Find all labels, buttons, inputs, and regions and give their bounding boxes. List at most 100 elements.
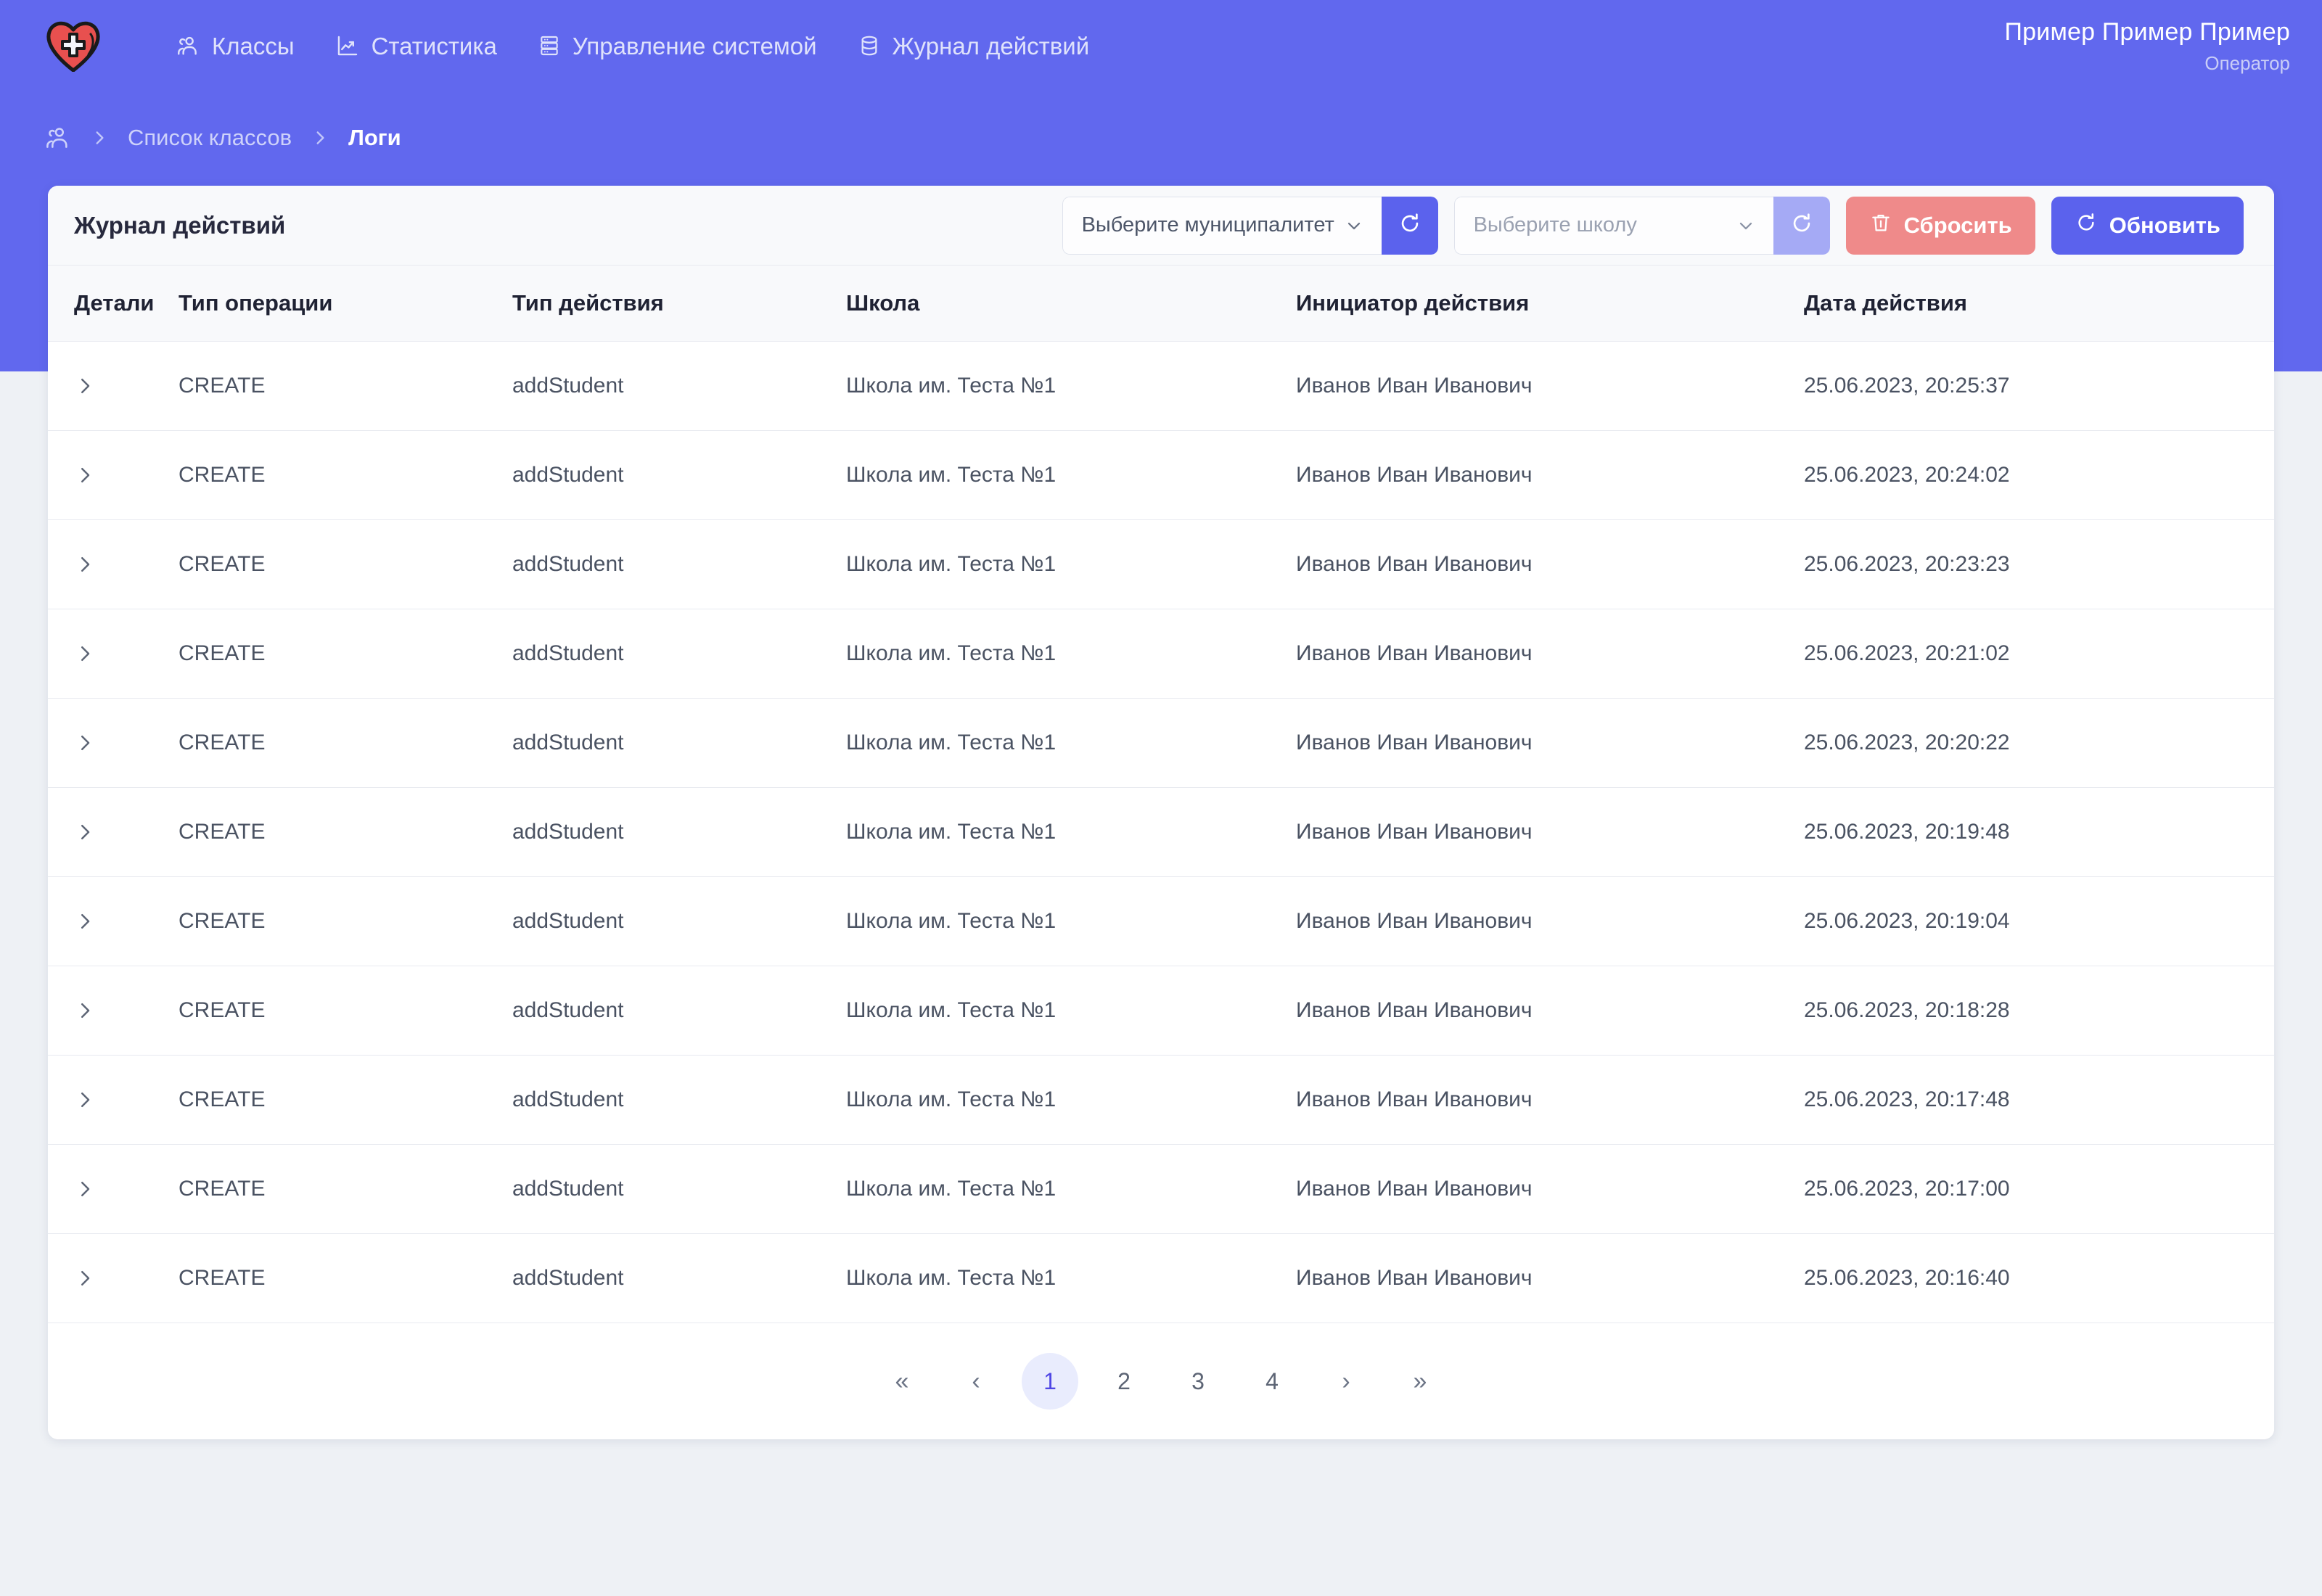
cell-operation-type: CREATE [179,1234,512,1323]
card-header: Журнал действий Выберите муниципалитет [48,186,2274,266]
refresh-icon [1789,211,1814,239]
column-header-actor: Инициатор действия [1296,266,1804,342]
cell-operation-type: CREATE [179,431,512,520]
chevron-right-icon[interactable] [74,1178,179,1200]
table-row[interactable]: CREATEaddStudentШкола им. Теста №1Иванов… [48,1056,2274,1145]
pagination-page-3[interactable]: 3 [1170,1353,1226,1410]
pagination-page-2[interactable]: 2 [1096,1353,1152,1410]
cell-school: Школа им. Теста №1 [846,342,1296,431]
nav-item-system-management[interactable]: Управление системой [538,33,817,58]
chevron-right-icon[interactable] [74,643,179,665]
cell-school: Школа им. Теста №1 [846,609,1296,699]
cell-date: 25.06.2023, 20:19:04 [1804,877,2274,966]
pagination-first-button[interactable]: « [874,1353,930,1410]
cell-date: 25.06.2023, 20:25:37 [1804,342,2274,431]
cell-operation-type: CREATE [179,520,512,609]
chevron-right-icon[interactable] [74,464,179,486]
breadcrumb-separator-1 [90,128,109,147]
action-log-table: Детали Тип операции Тип действия Школа И… [48,266,2274,1323]
nav-item-statistics[interactable]: Статистика [335,33,497,58]
breadcrumb-item-logs[interactable]: Логи [348,125,401,151]
cell-action-type: addStudent [512,520,846,609]
refresh-icon [1398,211,1422,239]
breadcrumb: Список классов Логи [44,112,401,163]
chevron-right-icon[interactable] [74,375,179,397]
table-row[interactable]: CREATEaddStudentШкола им. Теста №1Иванов… [48,1145,2274,1234]
user-info[interactable]: Пример Пример Пример Оператор [2005,17,2291,75]
row-details-cell [48,966,179,1056]
municipality-refresh-button[interactable] [1382,197,1438,255]
cell-school: Школа им. Теста №1 [846,431,1296,520]
chevron-right-icon[interactable] [74,1267,179,1289]
chevron-right-icon[interactable] [74,821,179,843]
pagination-next-button[interactable]: › [1318,1353,1374,1410]
cell-action-type: addStudent [512,1234,846,1323]
table-body: CREATEaddStudentШкола им. Теста №1Иванов… [48,342,2274,1323]
cell-school: Школа им. Теста №1 [846,520,1296,609]
pagination: « ‹ 1234 › » [48,1323,2274,1439]
school-select[interactable]: Выберите школу [1454,197,1773,255]
users-group-icon[interactable] [44,124,71,152]
municipality-select-value: Выберите муниципалитет [1082,213,1334,237]
cell-actor: Иванов Иван Иванович [1296,609,1804,699]
cell-actor: Иванов Иван Иванович [1296,788,1804,877]
user-role: Оператор [2005,52,2291,75]
cell-operation-type: CREATE [179,609,512,699]
nav-item-classes[interactable]: Классы [176,33,295,58]
table-row[interactable]: CREATEaddStudentШкола им. Теста №1Иванов… [48,609,2274,699]
cell-action-type: addStudent [512,609,846,699]
refresh-button[interactable]: Обновить [2051,197,2244,255]
reset-button[interactable]: Сбросить [1846,197,2035,255]
cell-date: 25.06.2023, 20:20:22 [1804,699,2274,788]
table-row[interactable]: CREATEaddStudentШкола им. Теста №1Иванов… [48,699,2274,788]
heart-cross-logo[interactable] [44,16,103,75]
row-details-cell [48,520,179,609]
table-row[interactable]: CREATEaddStudentШкола им. Теста №1Иванов… [48,520,2274,609]
row-details-cell [48,877,179,966]
cell-action-type: addStudent [512,699,846,788]
cell-action-type: addStudent [512,877,846,966]
pagination-last-button[interactable]: » [1392,1353,1448,1410]
table-row[interactable]: CREATEaddStudentШкола им. Теста №1Иванов… [48,877,2274,966]
table-row[interactable]: CREATEaddStudentШкола им. Теста №1Иванов… [48,966,2274,1056]
cell-actor: Иванов Иван Иванович [1296,342,1804,431]
refresh-icon [2075,211,2098,240]
cell-action-type: addStudent [512,1145,846,1234]
breadcrumb-item-class-list[interactable]: Список классов [128,125,292,151]
cell-action-type: addStudent [512,431,846,520]
cell-date: 25.06.2023, 20:18:28 [1804,966,2274,1056]
column-header-action-type: Тип действия [512,266,846,342]
cell-actor: Иванов Иван Иванович [1296,699,1804,788]
row-details-cell [48,1145,179,1234]
cell-date: 25.06.2023, 20:17:00 [1804,1145,2274,1234]
chevron-right-icon[interactable] [74,1000,179,1021]
nav-item-classes-label: Классы [212,34,295,58]
table-row[interactable]: CREATEaddStudentШкола им. Теста №1Иванов… [48,431,2274,520]
cell-actor: Иванов Иван Иванович [1296,431,1804,520]
nav-item-action-log[interactable]: Журнал действий [858,33,1090,58]
trash-icon [1869,211,1892,240]
school-refresh-button[interactable] [1773,197,1830,255]
cell-action-type: addStudent [512,342,846,431]
pagination-prev-button[interactable]: ‹ [948,1353,1004,1410]
main-nav: Классы Статистика [176,33,1089,58]
chevron-right-icon[interactable] [74,910,179,932]
user-name: Пример Пример Пример [2005,17,2291,48]
nav-item-statistics-label: Статистика [372,34,497,58]
pagination-page-1[interactable]: 1 [1022,1353,1078,1410]
column-header-operation-type: Тип операции [179,266,512,342]
table-head: Детали Тип операции Тип действия Школа И… [48,266,2274,342]
row-details-cell [48,342,179,431]
column-header-date: Дата действия [1804,266,2274,342]
table-row[interactable]: CREATEaddStudentШкола им. Теста №1Иванов… [48,788,2274,877]
refresh-button-label: Обновить [2109,213,2220,239]
chevron-right-icon[interactable] [74,732,179,754]
table-row[interactable]: CREATEaddStudentШкола им. Теста №1Иванов… [48,342,2274,431]
cell-operation-type: CREATE [179,966,512,1056]
table-row[interactable]: CREATEaddStudentШкола им. Теста №1Иванов… [48,1234,2274,1323]
pagination-page-4[interactable]: 4 [1244,1353,1300,1410]
users-icon [176,33,200,58]
chevron-right-icon[interactable] [74,1089,179,1111]
chevron-right-icon[interactable] [74,554,179,575]
municipality-select[interactable]: Выберите муниципалитет [1062,197,1382,255]
